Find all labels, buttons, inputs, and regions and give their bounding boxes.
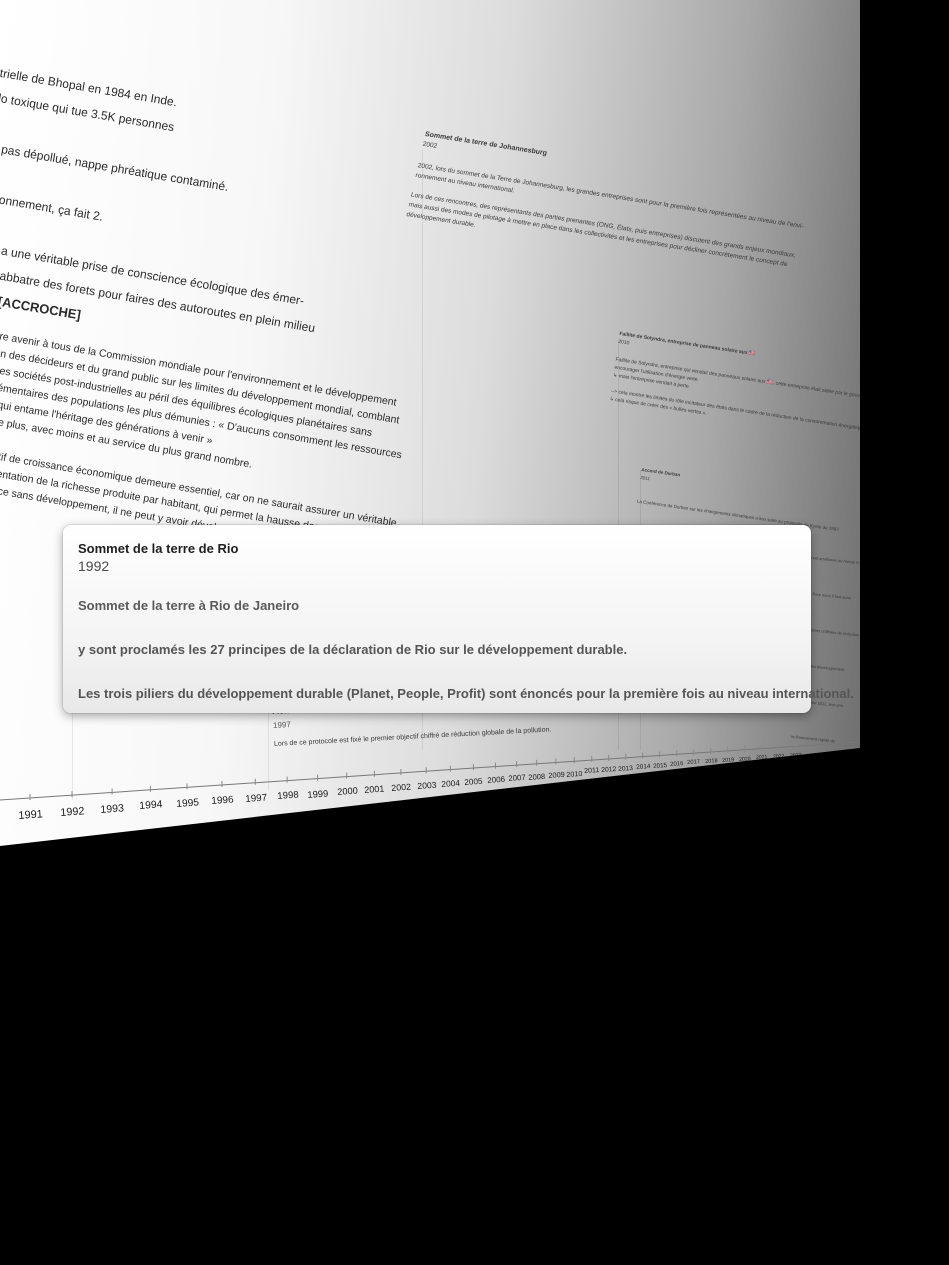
axis-tick-label[interactable]: 2004	[441, 778, 460, 789]
popup-line: Les trois piliers du développement durab…	[78, 686, 854, 701]
axis-tick-label[interactable]: 2008	[528, 772, 545, 782]
axis-tick-label[interactable]: 2022	[773, 753, 785, 760]
axis-tick-label[interactable]: 2013	[618, 765, 633, 773]
axis-tick-label[interactable]: 2010	[566, 769, 583, 779]
axis-tick-label[interactable]: 2003	[417, 780, 437, 791]
axis-tick-label[interactable]: 2018	[705, 758, 718, 765]
axis-tick-label[interactable]: 2019	[722, 757, 734, 764]
axis-tick-label[interactable]: 1998	[277, 790, 299, 802]
axis-tick-label[interactable]: 1999	[307, 788, 329, 800]
popup-line: Sommet de la terre à Rio de Janeiro	[78, 598, 300, 613]
axis-tick-label[interactable]: 1993	[100, 802, 124, 816]
timeline-content: strielle de Bhopal en 1984 en Inde. silo …	[0, 0, 860, 846]
axis-tick-label[interactable]: 2006	[487, 775, 505, 785]
popup-title: Sommet de la terre de Rio	[78, 541, 239, 556]
axis-tick-label[interactable]: 1997	[245, 792, 268, 804]
axis-tick-label[interactable]: 2012	[601, 766, 617, 774]
axis-tick-label[interactable]: 1994	[139, 800, 163, 813]
axis-tick-label[interactable]: 2002	[391, 782, 411, 793]
axis-tick-label[interactable]: 2001	[364, 784, 385, 795]
popup-line: y sont proclamés les 27 principes de la …	[78, 642, 628, 657]
timeline-axis	[0, 741, 860, 801]
event-popup-rio[interactable]: Sommet de la terre de Rio 1992 Sommet de…	[63, 525, 854, 713]
axis-tick-label[interactable]: 2016	[670, 761, 684, 768]
axis-tick-label[interactable]: 2020	[739, 756, 751, 763]
axis-tick-label[interactable]: 1992	[60, 805, 85, 819]
axis-tick-label[interactable]: 1991	[18, 808, 43, 822]
axis-ticks	[29, 742, 797, 800]
axis-tick-label[interactable]: 1996	[211, 795, 234, 808]
axis-tick-label[interactable]: 2009	[548, 770, 565, 780]
axis-line	[0, 741, 860, 801]
axis-tick-label[interactable]: 2023	[790, 752, 802, 759]
axis-tick-label[interactable]: 2021	[756, 754, 768, 761]
axis-tick-label[interactable]: 1995	[176, 797, 199, 810]
axis-tick-label[interactable]: 2000	[337, 786, 358, 797]
axis-tick-label[interactable]: 2007	[508, 773, 526, 783]
popup-year: 1992	[78, 558, 110, 574]
axis-tick-label[interactable]: 2005	[464, 776, 483, 786]
axis-tick-label[interactable]: 2015	[653, 762, 667, 770]
